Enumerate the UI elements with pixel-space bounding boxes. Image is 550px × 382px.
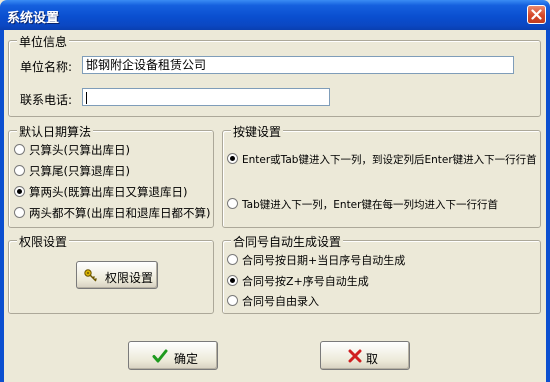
window-title: 系统设置 [7, 11, 60, 26]
key-option-tab[interactable]: Tab键进入下一列，Enter键在每一列均进入下一行行首 [227, 197, 498, 212]
option-label: 只算尾(只算退库日) [29, 164, 130, 178]
date-calc-legend: 默认日期算法 [17, 123, 94, 140]
close-icon [531, 9, 542, 20]
radio-button-selected[interactable] [227, 153, 238, 164]
window-border-right [546, 30, 550, 382]
key-icon [84, 269, 98, 282]
window-border-left [0, 30, 4, 382]
text-caret [86, 91, 87, 104]
system-settings-dialog: 系统设置 单位信息 单位名称: 邯钢附企设备租赁公司 联系电话: 默认日期算法 … [0, 0, 550, 382]
unit-name-value: 邯钢附企设备租赁公司 [86, 58, 207, 72]
date-calc-option-head[interactable]: 只算头(只算出库日) [14, 142, 130, 158]
ok-button[interactable]: 确定 [128, 341, 218, 370]
contract-option-free[interactable]: 合同号自由录入 [227, 293, 319, 309]
radio-button[interactable] [227, 295, 238, 306]
option-label: 两头都不算(出库日和退库日都不算) [29, 206, 211, 220]
radio-button[interactable] [14, 144, 25, 155]
title-bar[interactable]: 系统设置 [0, 0, 550, 30]
phone-label: 联系电话: [20, 93, 73, 107]
option-label: 只算头(只算出库日) [29, 143, 130, 157]
contract-option-date-seq[interactable]: 合同号按日期+当日序号自动生成 [227, 252, 405, 268]
cancel-x-icon [348, 349, 362, 363]
permissions-legend: 权限设置 [17, 233, 70, 250]
key-option-enter-tab[interactable]: Enter或Tab键进入下一列，到设定列后Enter键进入下一行行首 [227, 152, 537, 167]
ok-button-label: 确定 [174, 352, 199, 366]
unit-name-label: 单位名称: [20, 60, 73, 74]
permissions-button-label: 权限设置 [105, 271, 154, 285]
contract-option-z-seq[interactable]: 合同号按Z+序号自动生成 [227, 273, 369, 289]
radio-button[interactable] [227, 198, 238, 209]
cancel-button[interactable]: 取 [320, 341, 410, 370]
unit-name-input[interactable]: 邯钢附企设备租赁公司 [82, 56, 514, 74]
permissions-button[interactable]: 权限设置 [76, 261, 158, 289]
option-label: Enter或Tab键进入下一列，到设定列后Enter键进入下一行行首 [242, 154, 537, 166]
option-label: Tab键进入下一列，Enter键在每一列均进入下一行行首 [242, 199, 498, 211]
option-label: 算两头(既算出库日又算退库日) [29, 185, 188, 199]
date-calc-option-tail[interactable]: 只算尾(只算退库日) [14, 163, 130, 179]
key-settings-legend: 按键设置 [231, 123, 284, 140]
option-label: 合同号按日期+当日序号自动生成 [242, 254, 406, 267]
phone-input[interactable] [82, 88, 330, 106]
date-calc-option-both[interactable]: 算两头(既算出库日又算退库日) [14, 184, 187, 200]
radio-button[interactable] [14, 207, 25, 218]
option-label: 合同号按Z+序号自动生成 [242, 275, 369, 288]
unit-info-legend: 单位信息 [17, 33, 70, 50]
radio-button[interactable] [14, 165, 25, 176]
radio-button-selected[interactable] [14, 186, 25, 197]
key-settings-group: 按键设置 [222, 123, 541, 228]
checkmark-icon [152, 349, 168, 363]
close-button[interactable] [527, 5, 546, 24]
contract-no-legend: 合同号自动生成设置 [231, 233, 344, 250]
option-label: 合同号自由录入 [242, 295, 319, 308]
radio-button-selected[interactable] [227, 275, 238, 286]
cancel-button-label: 取 [366, 352, 379, 366]
date-calc-option-neither[interactable]: 两头都不算(出库日和退库日都不算) [14, 205, 210, 221]
radio-button[interactable] [227, 254, 238, 265]
